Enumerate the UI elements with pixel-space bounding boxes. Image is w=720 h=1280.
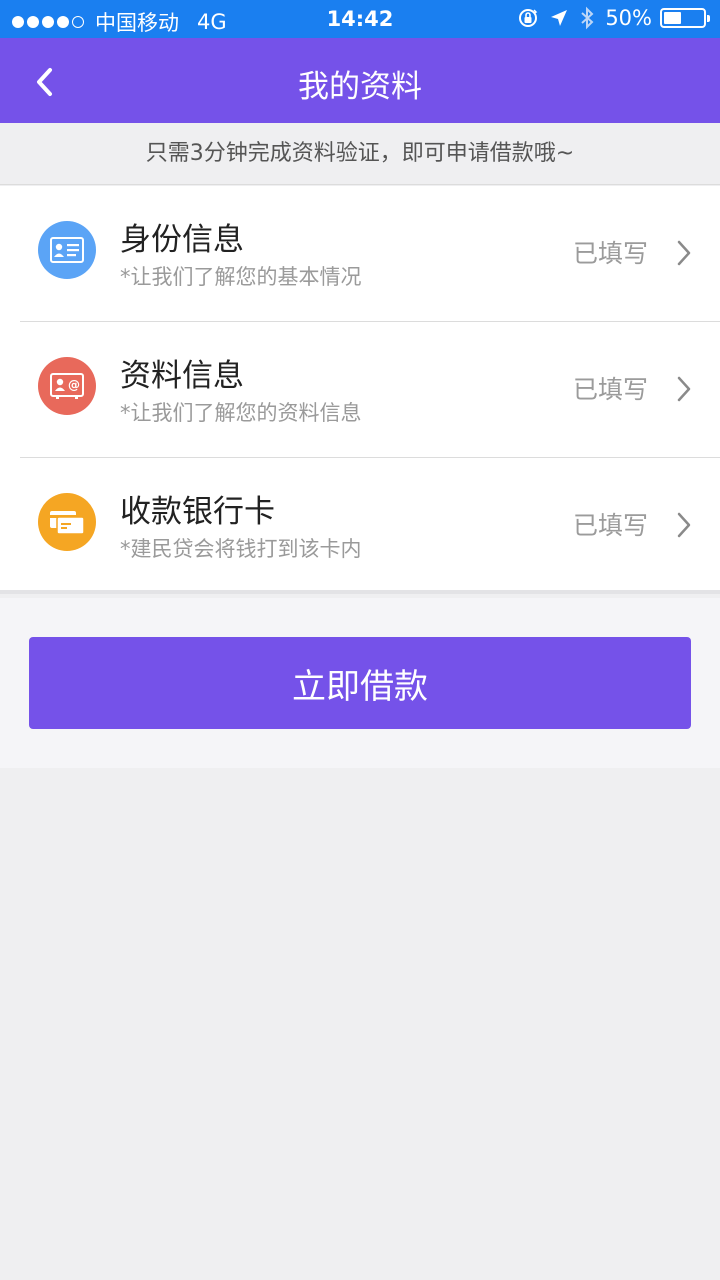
- item-title: 身份信息: [120, 222, 244, 258]
- chevron-right-icon: [677, 376, 691, 402]
- item-title: 资料信息: [120, 358, 244, 394]
- signal-dot: [42, 16, 54, 28]
- battery-icon: [660, 8, 710, 28]
- signal-strength-icon: [12, 16, 87, 28]
- svg-text:@: @: [68, 378, 80, 392]
- bluetooth-icon: [579, 6, 595, 30]
- chevron-right-icon: [677, 240, 691, 266]
- carrier-name: 中国移动: [95, 11, 179, 35]
- signal-dot: [57, 16, 69, 28]
- signal-dot: [27, 16, 39, 28]
- profile-list: 身份信息 *让我们了解您的基本情况 已填写 @ 资料信息 *让我们了解您的资料信…: [0, 186, 720, 594]
- page-title: 我的资料: [298, 69, 422, 105]
- chevron-right-icon: [677, 512, 691, 538]
- status-left: 中国移动 4G: [12, 7, 227, 37]
- borrow-now-button[interactable]: 立即借款: [29, 637, 691, 729]
- list-item-profile[interactable]: @ 资料信息 *让我们了解您的资料信息 已填写: [0, 322, 720, 458]
- bank-card-icon: [38, 493, 96, 551]
- list-item-bank-card[interactable]: 收款银行卡 *建民贷会将钱打到该卡内 已填写: [0, 458, 720, 594]
- orientation-lock-icon: [517, 7, 539, 29]
- item-title: 收款银行卡: [120, 494, 275, 530]
- item-subtitle: *让我们了解您的基本情况: [120, 265, 362, 289]
- status-bar: 中国移动 4G 14:42 50%: [0, 0, 720, 38]
- signal-dot-empty: [72, 16, 84, 28]
- battery-cap: [707, 15, 710, 22]
- item-status: 已填写: [572, 511, 648, 540]
- contact-card-icon: @: [38, 357, 96, 415]
- signal-dot: [12, 16, 24, 28]
- item-status: 已填写: [572, 375, 648, 404]
- item-subtitle: *建民贷会将钱打到该卡内: [120, 537, 362, 561]
- nav-bar: 我的资料: [0, 38, 720, 123]
- id-card-icon: [38, 221, 96, 279]
- network-type: 4G: [197, 10, 227, 34]
- action-panel: 立即借款: [0, 598, 720, 768]
- back-button[interactable]: [22, 60, 66, 104]
- list-item-identity[interactable]: 身份信息 *让我们了解您的基本情况 已填写: [0, 186, 720, 322]
- battery-fill: [664, 12, 681, 24]
- item-status: 已填写: [572, 239, 648, 268]
- status-right: 50%: [507, 6, 710, 30]
- chevron-left-icon: [37, 68, 52, 96]
- battery-percent: 50%: [605, 6, 652, 30]
- item-subtitle: *让我们了解您的资料信息: [120, 401, 362, 425]
- tip-text: 只需3分钟完成资料验证，即可申请借款哦~: [0, 123, 720, 185]
- location-arrow-icon: [549, 8, 569, 28]
